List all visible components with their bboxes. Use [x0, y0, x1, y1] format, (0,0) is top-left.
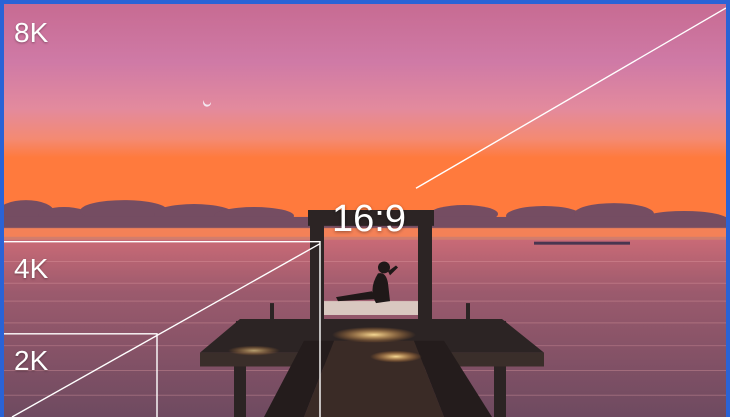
label-8k: 8K: [14, 17, 49, 48]
gate-post-right: [418, 213, 432, 321]
aspect-ratio-label: 16:9: [332, 198, 406, 240]
day-bed: [324, 301, 418, 315]
label-2k: 2K: [14, 345, 49, 376]
distant-island: [534, 241, 630, 245]
lamp-glow: [332, 326, 416, 343]
gate-post-left: [310, 213, 324, 321]
label-4k: 4K: [14, 253, 49, 284]
resolution-comparison-image: 8K 4K 2K 16:9: [0, 0, 730, 417]
